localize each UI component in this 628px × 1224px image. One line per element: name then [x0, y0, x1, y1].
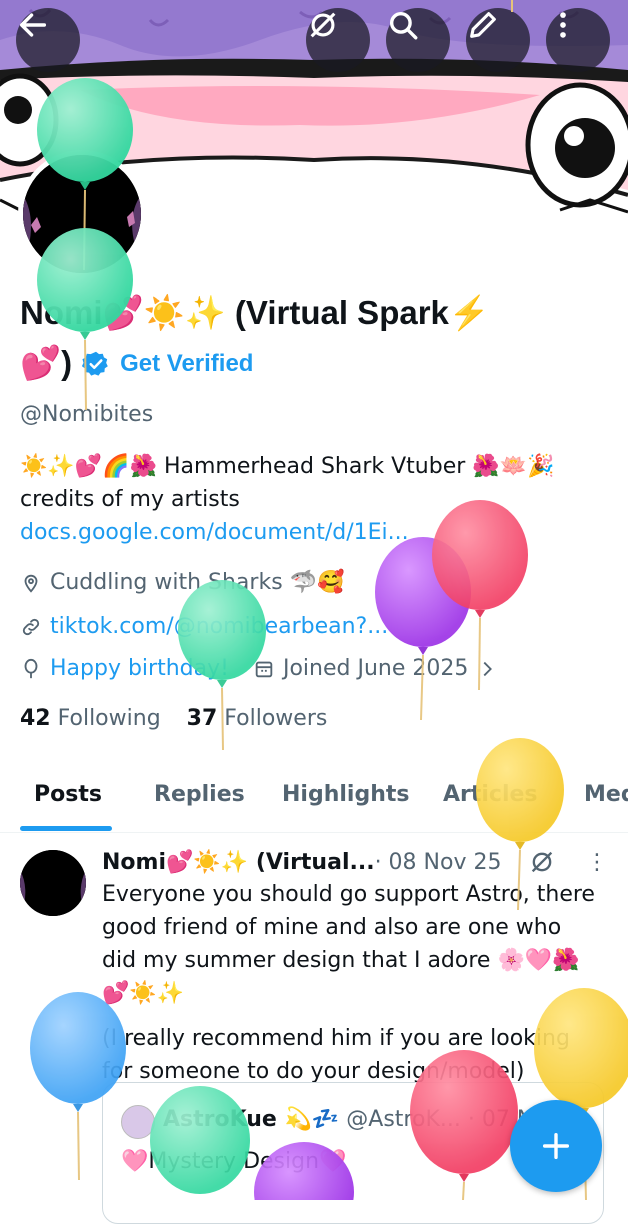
dates-row: Happy birthday! Joined June 2025 [20, 656, 498, 681]
arrow-left-icon [19, 13, 47, 37]
display-name-continued: 💕) Get Verified [20, 344, 253, 383]
edit-button[interactable] [466, 8, 530, 72]
search-icon [389, 11, 418, 40]
post-author-avatar[interactable] [20, 850, 86, 916]
profile-tabs: Posts Replies Highlights Articles Media [0, 760, 628, 833]
compose-post-button[interactable] [510, 1100, 602, 1192]
grok-icon[interactable] [528, 848, 556, 876]
quoted-author-avatar [121, 1105, 155, 1139]
post-paragraph: Everyone you should go support Astro, th… [102, 882, 595, 1006]
post-more-icon[interactable]: ⋮ [586, 850, 608, 875]
website-link[interactable]: tiktok.com/@nomibearbean?... [50, 614, 388, 639]
follow-counts: 42 Following 37 Followers [20, 706, 327, 731]
profile-bio: ☀️✨💕🌈🌺 Hammerhead Shark Vtuber 🌺🪷🎉 credi… [20, 450, 610, 549]
post-date[interactable]: · 08 Nov 25 [375, 850, 502, 875]
quoted-post-text: 🩷Mystery Design🩷 [121, 1149, 347, 1174]
grok-button[interactable] [306, 8, 370, 72]
post-header: Nomi💕☀️✨ (Virtual... · 08 Nov 25 [102, 850, 501, 875]
profile-avatar[interactable] [18, 150, 146, 278]
tab-posts[interactable]: Posts [34, 782, 102, 807]
tab-replies[interactable]: Replies [154, 782, 245, 807]
followers-count: 37 [186, 706, 218, 731]
following-label: Following [57, 706, 161, 731]
location-row: Cuddling with Sharks 🦈🥰 [20, 570, 344, 595]
balloon [375, 537, 471, 721]
quoted-post-header: AstroKue 💫💤 @AstroK... · 07 N [163, 1107, 533, 1132]
grok-icon [310, 12, 336, 38]
search-button[interactable] [386, 8, 450, 72]
post-avatar-image [20, 850, 86, 916]
following-link[interactable]: 42 Following [20, 706, 161, 731]
avatar-image [23, 155, 141, 273]
tab-media[interactable]: Media [584, 782, 628, 807]
link-icon [22, 618, 40, 635]
post-paragraph: (I really recommend him if you are looki… [102, 1026, 570, 1084]
calendar-icon [255, 661, 273, 677]
website-row: tiktok.com/@nomibearbean?... [20, 614, 388, 639]
tab-articles[interactable]: Articles [443, 782, 538, 807]
more-options-button[interactable] [546, 8, 610, 72]
quoted-author-name: AstroKue 💫💤 [163, 1107, 340, 1132]
location-text: Cuddling with Sharks 🦈🥰 [50, 570, 345, 595]
followers-label: Followers [224, 706, 328, 731]
verified-badge-icon [82, 351, 108, 376]
get-verified-link[interactable]: Get Verified [120, 350, 253, 378]
plus-icon [542, 1132, 570, 1160]
post-author-name[interactable]: Nomi💕☀️✨ (Virtual... [102, 850, 375, 875]
back-button[interactable] [16, 8, 80, 72]
chevron-right-icon[interactable] [476, 658, 498, 680]
bio-credits-text: credits of my artists [20, 487, 240, 512]
more-vertical-icon [560, 12, 566, 38]
tab-highlights[interactable]: Highlights [282, 782, 409, 807]
active-tab-indicator [20, 826, 112, 831]
post-text: Everyone you should go support Astro, th… [102, 878, 602, 1088]
bio-line: ☀️✨💕🌈🌺 Hammerhead Shark Vtuber 🌺🪷🎉 [20, 454, 555, 479]
location-pin-icon [24, 574, 38, 593]
followers-link[interactable]: 37 Followers [187, 706, 328, 731]
balloon-icon [24, 658, 38, 678]
bio-link[interactable]: docs.google.com/document/d/1Ei... [20, 520, 409, 545]
following-count: 42 [20, 706, 51, 731]
display-name: Nomi💕☀️✨ (Virtual Spark⚡ [20, 294, 490, 331]
bio-credits: credits of my artists docs.google.com/do… [20, 483, 610, 549]
display-name-end: 💕) [20, 344, 73, 381]
profile-handle: @Nomibites [20, 402, 154, 427]
quoted-author-handle: @AstroK... · 07 N [339, 1107, 534, 1132]
joined-date: Joined June 2025 [282, 656, 469, 681]
birthday-link[interactable]: Happy birthday! [50, 656, 229, 681]
pencil-icon [470, 12, 496, 38]
